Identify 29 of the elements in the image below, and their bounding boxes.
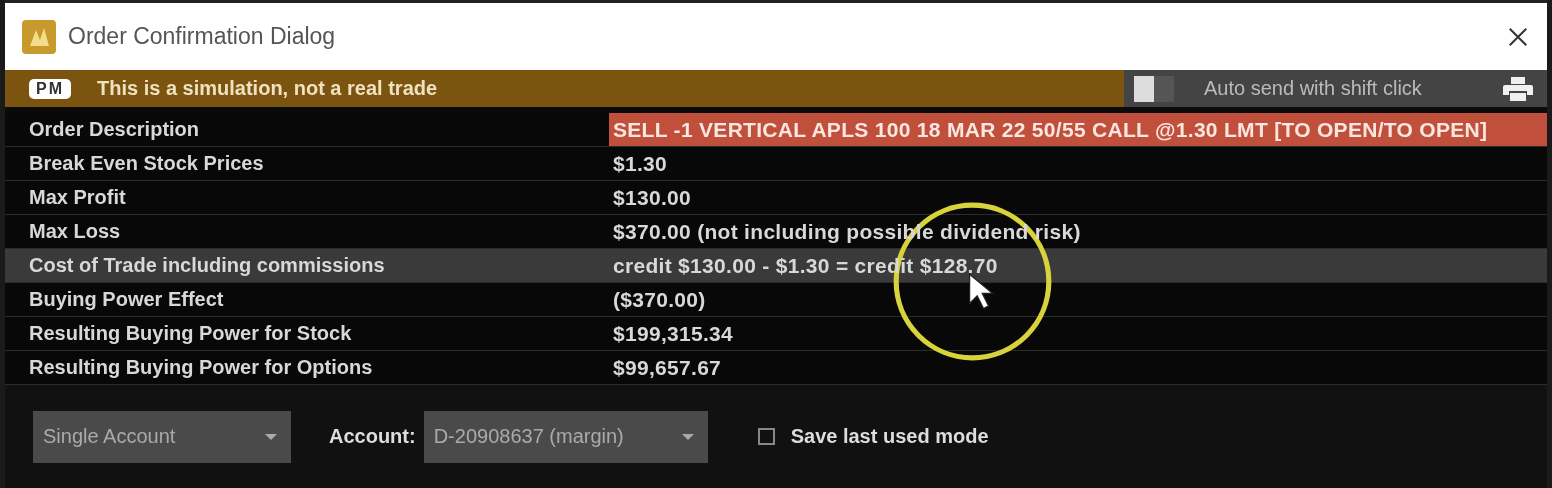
simulation-message: This is a simulation, not a real trade [97,77,438,100]
row-label: Cost of Trade including commissions [28,254,386,277]
row-label: Resulting Buying Power for Options [28,356,374,379]
row-value: $1.30 [612,150,668,177]
row-value: SELL -1 VERTICAL APLS 100 18 MAR 22 50/55 CALL @1.30 LMT [TO OPEN/TO OPEN] [609,113,1547,146]
pm-badge: PM [29,78,71,99]
auto-send-toggle[interactable] [1134,75,1174,102]
account-label: Account: [329,425,416,448]
close-icon[interactable] [1507,25,1529,48]
window-title: Order Confirmation Dialog [68,23,337,50]
save-mode-label: Save last used mode [790,425,989,448]
account-dropdown[interactable]: D-20908637 (margin) [423,410,708,463]
row-value: $130.00 [612,184,691,211]
save-mode-checkbox[interactable] [757,428,775,445]
row-label: Order Description [28,118,201,141]
caret-icon [265,433,277,440]
row-label: Resulting Buying Power for Stock [28,322,353,345]
app-logo-icon [22,19,56,54]
row-value: $199,315.34 [612,320,734,347]
mode-dropdown[interactable]: Single Account [33,410,291,463]
row-label: Break Even Stock Prices [28,152,265,175]
row-label: Max Loss [28,220,122,243]
row-label: Max Profit [28,186,127,209]
row-value: ($370.00) [612,286,706,313]
row-value: $99,657.67 [612,354,722,381]
caret-icon [681,433,694,440]
printer-icon[interactable] [1503,75,1533,102]
row-label: Buying Power Effect [28,288,225,311]
auto-send-label: Auto send with shift click [1204,77,1423,100]
